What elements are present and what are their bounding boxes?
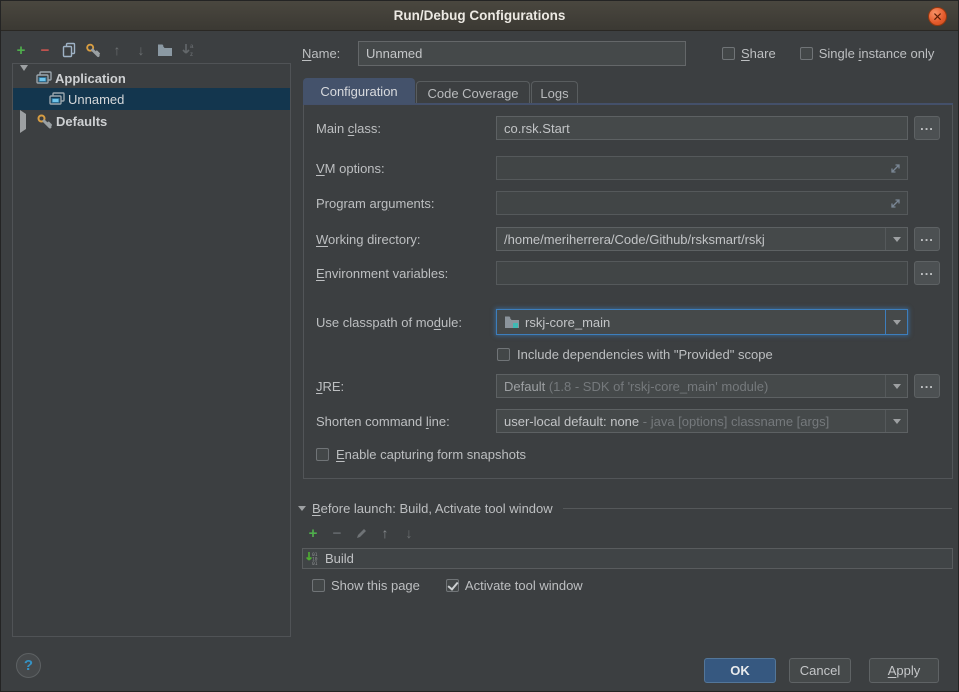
use-classpath-combobox[interactable]: rskj-core_main: [496, 309, 908, 335]
close-button[interactable]: ✕: [928, 7, 947, 26]
include-provided-checkbox[interactable]: [497, 348, 510, 361]
configuration-panel: Main class: co.rsk.Start ... VM options:…: [303, 105, 953, 479]
copy-icon[interactable]: [61, 41, 77, 59]
collapse-triangle-icon[interactable]: [20, 71, 30, 86]
svg-text:a: a: [190, 44, 194, 50]
tree-item-label: Application: [55, 71, 126, 86]
run-debug-configurations-dialog: Run/Debug Configurations ✕ + − ↑ ↓ az Ap: [0, 0, 959, 692]
add-icon[interactable]: +: [306, 524, 320, 542]
main-class-field[interactable]: co.rsk.Start: [496, 116, 908, 140]
dialog-title: Run/Debug Configurations: [394, 8, 566, 23]
program-arguments-field[interactable]: [496, 191, 908, 215]
before-launch-task-build[interactable]: 011001 Build: [302, 548, 953, 569]
move-up-icon[interactable]: ↑: [109, 41, 125, 59]
vm-options-field[interactable]: [496, 156, 908, 180]
edit-icon[interactable]: [354, 524, 368, 542]
form-snapshots-label: Enable capturing form snapshots: [336, 447, 526, 462]
collapse-triangle-icon[interactable]: [298, 506, 306, 511]
shorten-command-line-label: Shorten command line:: [316, 414, 450, 429]
jre-label: JRE:: [316, 379, 344, 394]
dropdown-arrow-icon[interactable]: [885, 310, 907, 334]
cancel-button[interactable]: Cancel: [789, 658, 851, 683]
help-button[interactable]: ?: [16, 653, 41, 678]
tab-logs[interactable]: Logs: [531, 81, 578, 104]
move-down-icon[interactable]: ↓: [133, 41, 149, 59]
before-launch-toolbar: + − ↑ ↓: [306, 524, 416, 542]
before-launch-header[interactable]: Before launch: Build, Activate tool wind…: [298, 501, 952, 516]
application-icon: [49, 92, 65, 106]
remove-icon[interactable]: −: [37, 41, 53, 59]
environment-variables-field[interactable]: [496, 261, 908, 285]
configurations-toolbar: + − ↑ ↓ az: [13, 40, 197, 60]
title-bar[interactable]: Run/Debug Configurations ✕: [1, 1, 958, 31]
include-provided-label: Include dependencies with "Provided" sco…: [517, 347, 773, 362]
task-label: Build: [325, 551, 354, 566]
dropdown-arrow-icon[interactable]: [885, 410, 907, 432]
activate-tool-window-checkbox[interactable]: [446, 579, 459, 592]
main-class-browse-button[interactable]: ...: [914, 116, 940, 140]
module-icon: [504, 315, 520, 329]
vm-options-label: VM options:: [316, 161, 385, 176]
single-instance-label: Single instance only: [819, 46, 935, 61]
jre-browse-button[interactable]: ...: [914, 374, 940, 398]
environment-variables-label: Environment variables:: [316, 266, 448, 281]
ok-button[interactable]: OK: [704, 658, 776, 683]
program-arguments-label: Program arguments:: [316, 196, 435, 211]
move-up-icon[interactable]: ↑: [378, 524, 392, 542]
single-instance-checkbox[interactable]: [800, 47, 813, 60]
header-rule: [563, 508, 952, 509]
shorten-command-line-combobox[interactable]: user-local default: none - java [options…: [496, 409, 908, 433]
dropdown-arrow-icon[interactable]: [885, 375, 907, 397]
environment-variables-browse-button[interactable]: ...: [914, 261, 940, 285]
sort-alphabetically-icon[interactable]: az: [181, 41, 197, 59]
build-icon: 011001: [306, 551, 321, 566]
activate-tool-window-label: Activate tool window: [465, 578, 583, 593]
expand-field-icon[interactable]: [889, 162, 902, 178]
apply-button[interactable]: Apply: [869, 658, 939, 683]
svg-text:z: z: [190, 52, 193, 58]
working-directory-combobox[interactable]: /home/meriherrera/Code/Github/rsksmart/r…: [496, 227, 908, 251]
share-checkbox[interactable]: [722, 47, 735, 60]
working-directory-label: Working directory:: [316, 232, 421, 247]
dropdown-arrow-icon[interactable]: [885, 228, 907, 250]
name-label: Name:: [302, 46, 358, 61]
share-label: Share: [741, 46, 776, 61]
remove-icon[interactable]: −: [330, 524, 344, 542]
application-icon: [36, 71, 52, 85]
form-snapshots-checkbox[interactable]: [316, 448, 329, 461]
help-icon: ?: [24, 657, 33, 674]
use-classpath-label: Use classpath of module:: [316, 315, 462, 330]
show-this-page-label: Show this page: [331, 578, 420, 593]
main-class-label: Main class:: [316, 121, 381, 136]
tree-item-label: Unnamed: [68, 92, 124, 107]
tab-code-coverage[interactable]: Code Coverage: [416, 81, 530, 104]
working-directory-browse-button[interactable]: ...: [914, 227, 940, 251]
before-launch-options: Show this page Activate tool window: [312, 578, 583, 593]
close-icon: ✕: [932, 11, 942, 23]
jre-combobox[interactable]: Default (1.8 - SDK of 'rskj-core_main' m…: [496, 374, 908, 398]
name-row: Name: Share Single instance only: [302, 40, 952, 67]
name-input[interactable]: [358, 41, 686, 66]
move-down-icon[interactable]: ↓: [402, 524, 416, 542]
tree-item-unnamed[interactable]: Unnamed: [13, 88, 290, 110]
tree-item-defaults[interactable]: Defaults: [13, 110, 290, 132]
show-this-page-checkbox[interactable]: [312, 579, 325, 592]
new-folder-icon[interactable]: [157, 41, 173, 59]
tree-item-label: Defaults: [56, 114, 107, 129]
expand-triangle-icon[interactable]: [20, 114, 30, 129]
add-icon[interactable]: +: [13, 41, 29, 59]
tab-configuration[interactable]: Configuration: [303, 78, 415, 104]
edit-defaults-icon[interactable]: [85, 41, 101, 59]
defaults-wrench-icon: [36, 113, 53, 129]
svg-text:01: 01: [312, 561, 318, 566]
expand-field-icon[interactable]: [889, 197, 902, 213]
before-launch-title: Before launch: Build, Activate tool wind…: [312, 501, 553, 516]
configurations-tree: Application Unnamed Defaults: [12, 63, 291, 637]
tree-item-application[interactable]: Application: [13, 67, 290, 89]
